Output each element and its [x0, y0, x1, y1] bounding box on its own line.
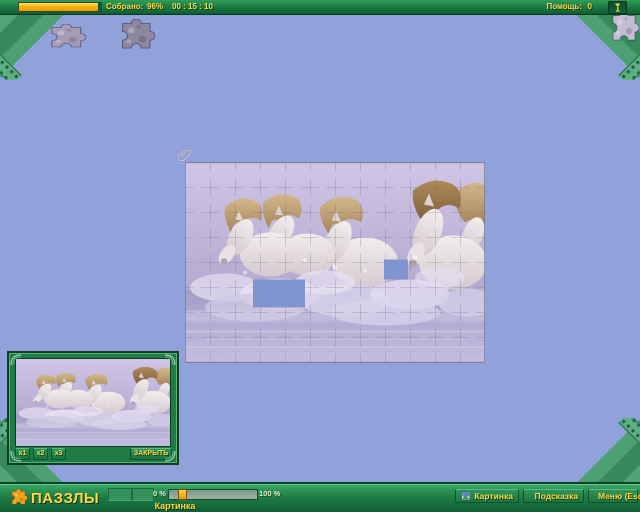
hint-button[interactable]: Подсказка [523, 489, 584, 503]
preview-panel: x1 x2 x3 ЗАКРЫТЬ [8, 352, 178, 464]
help-hint-button[interactable] [608, 1, 627, 14]
progress-bar-fill [19, 3, 98, 11]
help-label: Помощь: [546, 0, 582, 14]
slider-min-label: 0 % [153, 489, 166, 499]
collected-label: Собрано: [106, 0, 143, 14]
loose-puzzle-piece[interactable] [44, 24, 86, 54]
frame-ornament-icon [164, 354, 176, 366]
picture-button-label: Картинка [474, 491, 513, 501]
frame-ornament-icon [10, 450, 22, 462]
missing-piece-gap[interactable] [253, 280, 305, 308]
missing-piece-gap[interactable] [384, 260, 408, 280]
loose-puzzle-piece[interactable] [115, 19, 155, 57]
paperclip-cursor [176, 146, 194, 164]
picture-button[interactable]: Картинка [455, 489, 519, 503]
progress-bar [18, 2, 102, 12]
slider-handle[interactable] [178, 489, 187, 500]
menu-button-label: Меню (Esc) [598, 491, 640, 501]
hint-button-label: Подсказка [535, 491, 579, 501]
toolbar-slot [108, 488, 132, 501]
hint-brush-icon [529, 491, 531, 501]
bottom-bar: ПАЗЗЛЫ 0 % 100 % Картинка Картинка Подск… [0, 484, 640, 512]
game-logo: ПАЗЗЛЫ [31, 490, 99, 507]
game-screen: x1 x2 x3 ЗАКРЫТЬ Собрано: 96% 00 : 15 : … [0, 0, 640, 512]
collected-value: 96% [147, 0, 163, 14]
preview-zoom-x2-button[interactable]: x2 [33, 448, 48, 460]
toolbar-slot [132, 488, 154, 501]
frame-ornament-icon [164, 450, 176, 462]
picture-icon [461, 491, 470, 501]
picture-opacity-slider[interactable] [168, 489, 258, 500]
playfield: x1 x2 x3 ЗАКРЫТЬ [0, 14, 640, 484]
filmstrip-corner-bottom-right [574, 418, 640, 484]
preview-image [15, 358, 171, 447]
help-value: 0 [588, 0, 592, 14]
puzzle-board[interactable] [185, 162, 485, 363]
menu-button[interactable]: Меню (Esc) [588, 489, 638, 503]
slider-caption: Картинка [140, 501, 210, 511]
frame-ornament-icon [10, 354, 22, 366]
slider-max-label: 100 % [259, 489, 280, 499]
timer: 00 : 15 : 10 [172, 0, 213, 14]
preview-zoom-x3-button[interactable]: x3 [51, 448, 66, 460]
lamp-icon [613, 3, 622, 13]
puzzle-piece-icon [8, 489, 28, 509]
top-bar: Собрано: 96% 00 : 15 : 10 Помощь: 0 [0, 0, 640, 15]
loose-puzzle-piece[interactable] [607, 11, 639, 49]
